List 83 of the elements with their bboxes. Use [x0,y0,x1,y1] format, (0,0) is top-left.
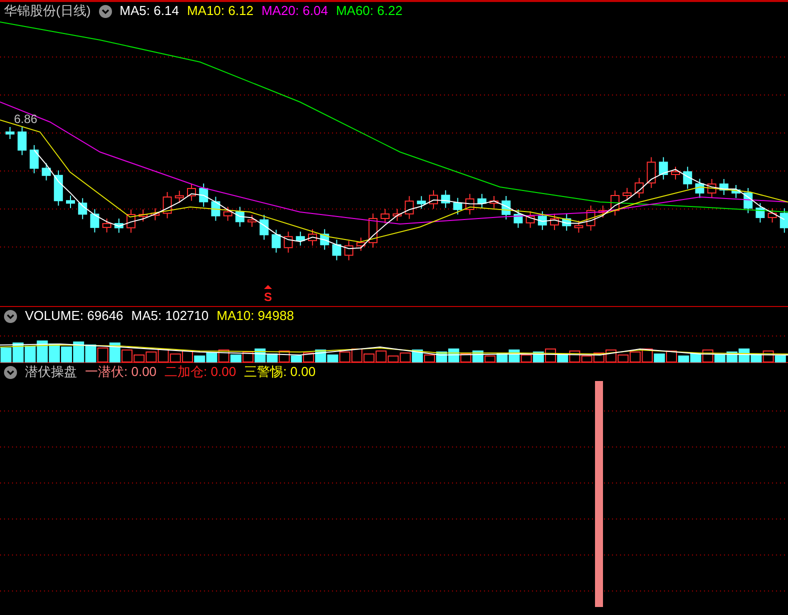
candlestick [526,210,535,228]
candlestick [658,156,668,180]
signal-mark: S [264,290,272,304]
volume-value: MA5: 102710 [131,307,209,326]
volume-value: MA10: 94988 [216,307,294,326]
candlestick [162,192,172,219]
indicator-value: 二加仓: 0.00 [164,363,236,382]
candlestick [138,208,148,222]
candlestick [284,231,293,254]
dropdown-icon[interactable] [4,310,17,322]
candlestick [30,144,39,174]
candlestick [707,178,716,198]
candlestick [574,220,584,234]
candlestick [404,196,414,220]
candlestick [380,208,390,224]
candlestick [42,162,51,181]
volume-value: VOLUME: 69646 [25,307,124,326]
candlestick [465,193,474,215]
candlestick [102,218,112,233]
price-label: 6.86 [14,112,38,126]
candlestick [429,190,438,210]
indicator-value: 三警惕: 0.00 [244,363,316,382]
candlestick [356,237,366,252]
candlestick [187,183,196,202]
candlestick [634,177,644,198]
candlestick [441,190,450,208]
candlestick [719,178,728,196]
candlestick [646,156,656,188]
candlestick [610,190,620,216]
candlestick [211,196,220,222]
candlestick [598,205,608,218]
candlestick [780,208,788,234]
candlestick [90,208,100,233]
candlestick [477,193,486,209]
candlestick [756,202,765,224]
candlestick [223,206,232,222]
indicator-value: 一潜伏: 0.00 [85,363,157,382]
candlestick [392,208,402,222]
chart-title: 华锦股份(日线) [4,2,91,20]
ma-value: MA5: 6.14 [120,2,179,20]
candlestick [18,126,27,156]
candlestick [744,188,753,214]
candlestick [272,229,281,254]
candlestick [538,210,547,230]
candlestick [150,208,160,221]
candlestick [344,240,354,261]
candlestick [78,198,88,220]
ma-value: MA20: 6.04 [261,2,328,20]
candlestick [54,170,63,206]
dropdown-icon[interactable] [4,366,17,378]
candlestick [562,213,572,232]
candlestick [732,184,740,198]
candlestick [586,205,596,232]
candlestick [296,231,305,246]
indicator-title: 潜伏操盘 [25,363,77,382]
candlestick [308,228,317,246]
candlestick [683,166,692,190]
candlestick [114,218,124,234]
candlestick [502,196,511,220]
arrow-icon [264,285,272,289]
candlestick [550,213,559,230]
candlestick [6,126,14,140]
candlestick [416,196,426,210]
candlestick [248,214,256,228]
candlestick [768,208,777,224]
candlestick [332,239,342,261]
candlestick [320,228,330,250]
candlestick [368,213,378,248]
candlestick [235,206,244,228]
candlestick [66,195,75,209]
candlestick [199,183,208,208]
candlestick [260,214,269,240]
candlestick [671,166,680,180]
candlestick [174,190,184,204]
candlestick [695,178,704,198]
ma-value: MA60: 6.22 [336,2,402,20]
dropdown-icon[interactable] [98,4,112,18]
candlestick [514,208,523,228]
candlestick [622,187,632,201]
candlestick [126,209,136,234]
candlestick [490,196,498,209]
candlestick [453,197,462,215]
ma-value: MA10: 6.12 [186,2,254,20]
